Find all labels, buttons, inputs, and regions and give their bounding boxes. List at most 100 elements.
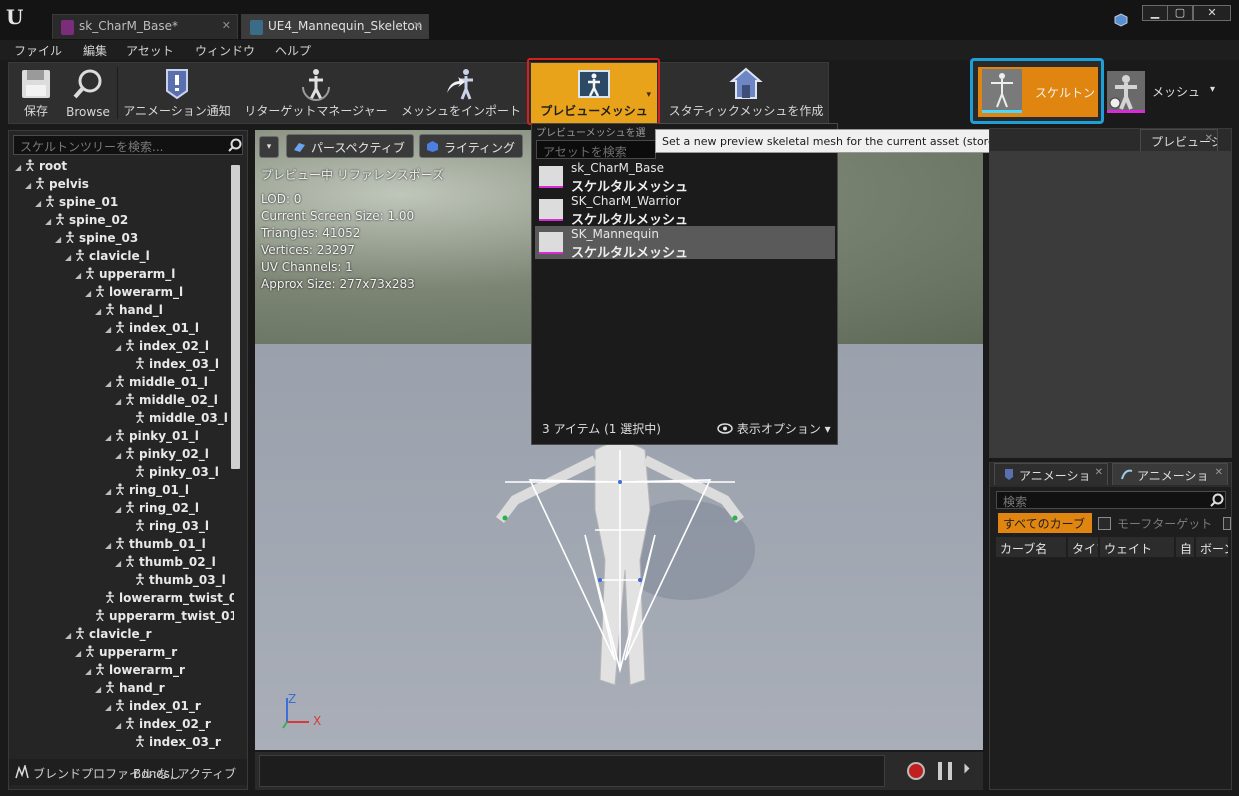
expand-arrow-icon[interactable]: ◢: [75, 649, 84, 658]
bone-row[interactable]: ◢ upperarm_r: [75, 645, 177, 663]
bone-row[interactable]: ◢ index_01_r: [105, 699, 201, 717]
column-bone[interactable]: ボーン: [1196, 537, 1228, 557]
marketplace-icon[interactable]: [1113, 12, 1129, 28]
bone-row[interactable]: ring_03_l: [125, 519, 209, 537]
step-forward-button[interactable]: ⏵: [963, 761, 970, 777]
menu-help[interactable]: ヘルプ: [275, 42, 311, 59]
view-options-button[interactable]: 表示オプション ▾: [717, 420, 831, 437]
skeleton-mode-button[interactable]: スケルトン: [970, 58, 1104, 124]
menu-file[interactable]: ファイル: [14, 42, 62, 59]
chevron-down-icon[interactable]: ▾: [1210, 84, 1215, 95]
tab-anim-notifies[interactable]: アニメーショ ✕: [994, 463, 1108, 485]
bone-filter-label[interactable]: Bones, アクティブ: [133, 765, 236, 782]
asset-list-item[interactable]: sk_CharM_Base スケルタルメッシュ: [535, 160, 835, 195]
bone-row[interactable]: index_03_l: [125, 357, 219, 375]
expand-arrow-icon[interactable]: ◢: [25, 181, 34, 190]
expand-arrow-icon[interactable]: ◢: [95, 685, 104, 694]
expand-arrow-icon[interactable]: ◢: [65, 253, 74, 262]
bone-row[interactable]: index_03_r: [125, 735, 221, 753]
bone-row[interactable]: ◢ spine_02: [45, 213, 128, 231]
curve-search-input[interactable]: 検索: [996, 491, 1226, 509]
record-button[interactable]: [907, 762, 925, 780]
expand-arrow-icon[interactable]: ◢: [105, 487, 114, 496]
expand-arrow-icon[interactable]: ◢: [75, 271, 84, 280]
material-checkbox[interactable]: [1223, 517, 1231, 530]
expand-arrow-icon[interactable]: ◢: [65, 631, 74, 640]
tab-sk-charm-base[interactable]: sk_CharM_Base* ✕: [52, 14, 238, 39]
expand-arrow-icon[interactable]: ◢: [115, 721, 124, 730]
morph-target-checkbox[interactable]: [1098, 517, 1111, 530]
column-auto[interactable]: 自: [1176, 537, 1194, 557]
expand-arrow-icon[interactable]: ◢: [105, 379, 114, 388]
mesh-mode-thumbnail[interactable]: [1107, 71, 1145, 113]
bone-row[interactable]: ◢ thumb_02_l: [115, 555, 216, 573]
expand-arrow-icon[interactable]: ◢: [35, 199, 44, 208]
tab-ue4-mannequin-skeleton[interactable]: UE4_Mannequin_Skeleton ✕: [241, 14, 429, 39]
asset-list-item[interactable]: SK_Mannequin スケルタルメッシュ: [535, 226, 835, 261]
bone-row[interactable]: lowerarm_twist_01_l: [95, 591, 234, 609]
maximize-button[interactable]: ▢: [1167, 5, 1193, 21]
bone-row[interactable]: ◢ thumb_01_l: [105, 537, 206, 555]
menu-window[interactable]: ウィンドウ: [195, 42, 255, 59]
all-curves-toggle[interactable]: すべてのカーブ: [998, 513, 1092, 533]
timeline-scrubber[interactable]: [259, 755, 885, 787]
expand-arrow-icon[interactable]: ◢: [55, 235, 64, 244]
expand-arrow-icon[interactable]: ◢: [105, 433, 114, 442]
expand-arrow-icon[interactable]: ◢: [85, 289, 94, 298]
pause-button[interactable]: [938, 762, 952, 780]
bone-row[interactable]: ◢ hand_r: [95, 681, 165, 699]
bone-row[interactable]: ◢ clavicle_r: [65, 627, 152, 645]
minimize-button[interactable]: ▁: [1142, 5, 1168, 21]
bone-row[interactable]: ◢ pinky_02_l: [115, 447, 209, 465]
menu-asset[interactable]: アセット: [126, 42, 174, 59]
close-icon[interactable]: ✕: [413, 19, 422, 32]
close-icon[interactable]: ✕: [1205, 133, 1213, 144]
bone-row[interactable]: ◢ root: [15, 159, 67, 177]
bone-row[interactable]: ◢ index_02_r: [115, 717, 211, 735]
unreal-logo-icon[interactable]: U: [6, 5, 32, 31]
bone-row[interactable]: upperarm_twist_01_l: [85, 609, 234, 627]
perspective-button[interactable]: パースペクティブ: [286, 134, 414, 158]
expand-arrow-icon[interactable]: ◢: [115, 397, 124, 406]
expand-arrow-icon[interactable]: ◢: [105, 325, 114, 334]
close-icon[interactable]: ✕: [222, 19, 231, 32]
import-mesh-button[interactable]: メッシュをインポート: [397, 63, 525, 123]
expand-arrow-icon[interactable]: ◢: [95, 307, 104, 316]
bone-row[interactable]: ◢ pinky_01_l: [105, 429, 199, 447]
expand-arrow-icon[interactable]: ◢: [45, 217, 54, 226]
column-curve-name[interactable]: カーブ名: [996, 537, 1066, 557]
expand-arrow-icon[interactable]: ◢: [115, 451, 124, 460]
tree-scrollbar[interactable]: [231, 165, 240, 469]
bone-row[interactable]: ◢ index_01_l: [105, 321, 199, 339]
bone-row[interactable]: ◢ spine_03: [55, 231, 138, 249]
anim-notify-button[interactable]: アニメーション通知: [121, 63, 233, 123]
expand-arrow-icon[interactable]: ◢: [115, 505, 124, 514]
tab-preview-settings[interactable]: プレビューシ ✕: [1140, 129, 1218, 151]
retarget-manager-button[interactable]: リターゲットマネージャー: [239, 63, 393, 123]
bone-row[interactable]: thumb_03_l: [125, 573, 226, 591]
close-icon[interactable]: ✕: [1095, 467, 1103, 478]
create-static-mesh-button[interactable]: スタティックメッシュを作成: [664, 63, 828, 123]
save-button[interactable]: 保存: [11, 63, 61, 123]
skeleton-search-input[interactable]: スケルトンツリーを検索...: [13, 135, 243, 155]
bone-row[interactable]: ◢ clavicle_l: [65, 249, 150, 267]
lighting-button[interactable]: ライティング: [419, 134, 523, 158]
column-type[interactable]: タイプ: [1068, 537, 1098, 557]
bone-row[interactable]: ◢ ring_01_l: [105, 483, 189, 501]
bone-row[interactable]: ◢ lowerarm_r: [85, 663, 185, 681]
close-icon[interactable]: ✕: [1215, 467, 1223, 478]
mannequin-mesh[interactable]: [475, 430, 775, 710]
expand-arrow-icon[interactable]: ◢: [105, 703, 114, 712]
bone-row[interactable]: ◢ hand_l: [95, 303, 163, 321]
menu-edit[interactable]: 編集: [83, 42, 107, 59]
expand-arrow-icon[interactable]: ◢: [15, 163, 24, 172]
bone-row[interactable]: ◢ middle_02_l: [115, 393, 218, 411]
bone-row[interactable]: ◢ index_02_l: [115, 339, 209, 357]
bone-row[interactable]: ◢ middle_01_l: [105, 375, 208, 393]
bone-row[interactable]: ◢ upperarm_l: [75, 267, 175, 285]
bone-row[interactable]: ◢ ring_02_l: [115, 501, 199, 519]
bone-row[interactable]: ◢ pelvis: [25, 177, 89, 195]
browse-button[interactable]: Browse: [63, 63, 113, 123]
close-window-button[interactable]: ✕: [1193, 5, 1231, 21]
tab-anim-curves[interactable]: アニメーショ ✕: [1112, 463, 1228, 485]
